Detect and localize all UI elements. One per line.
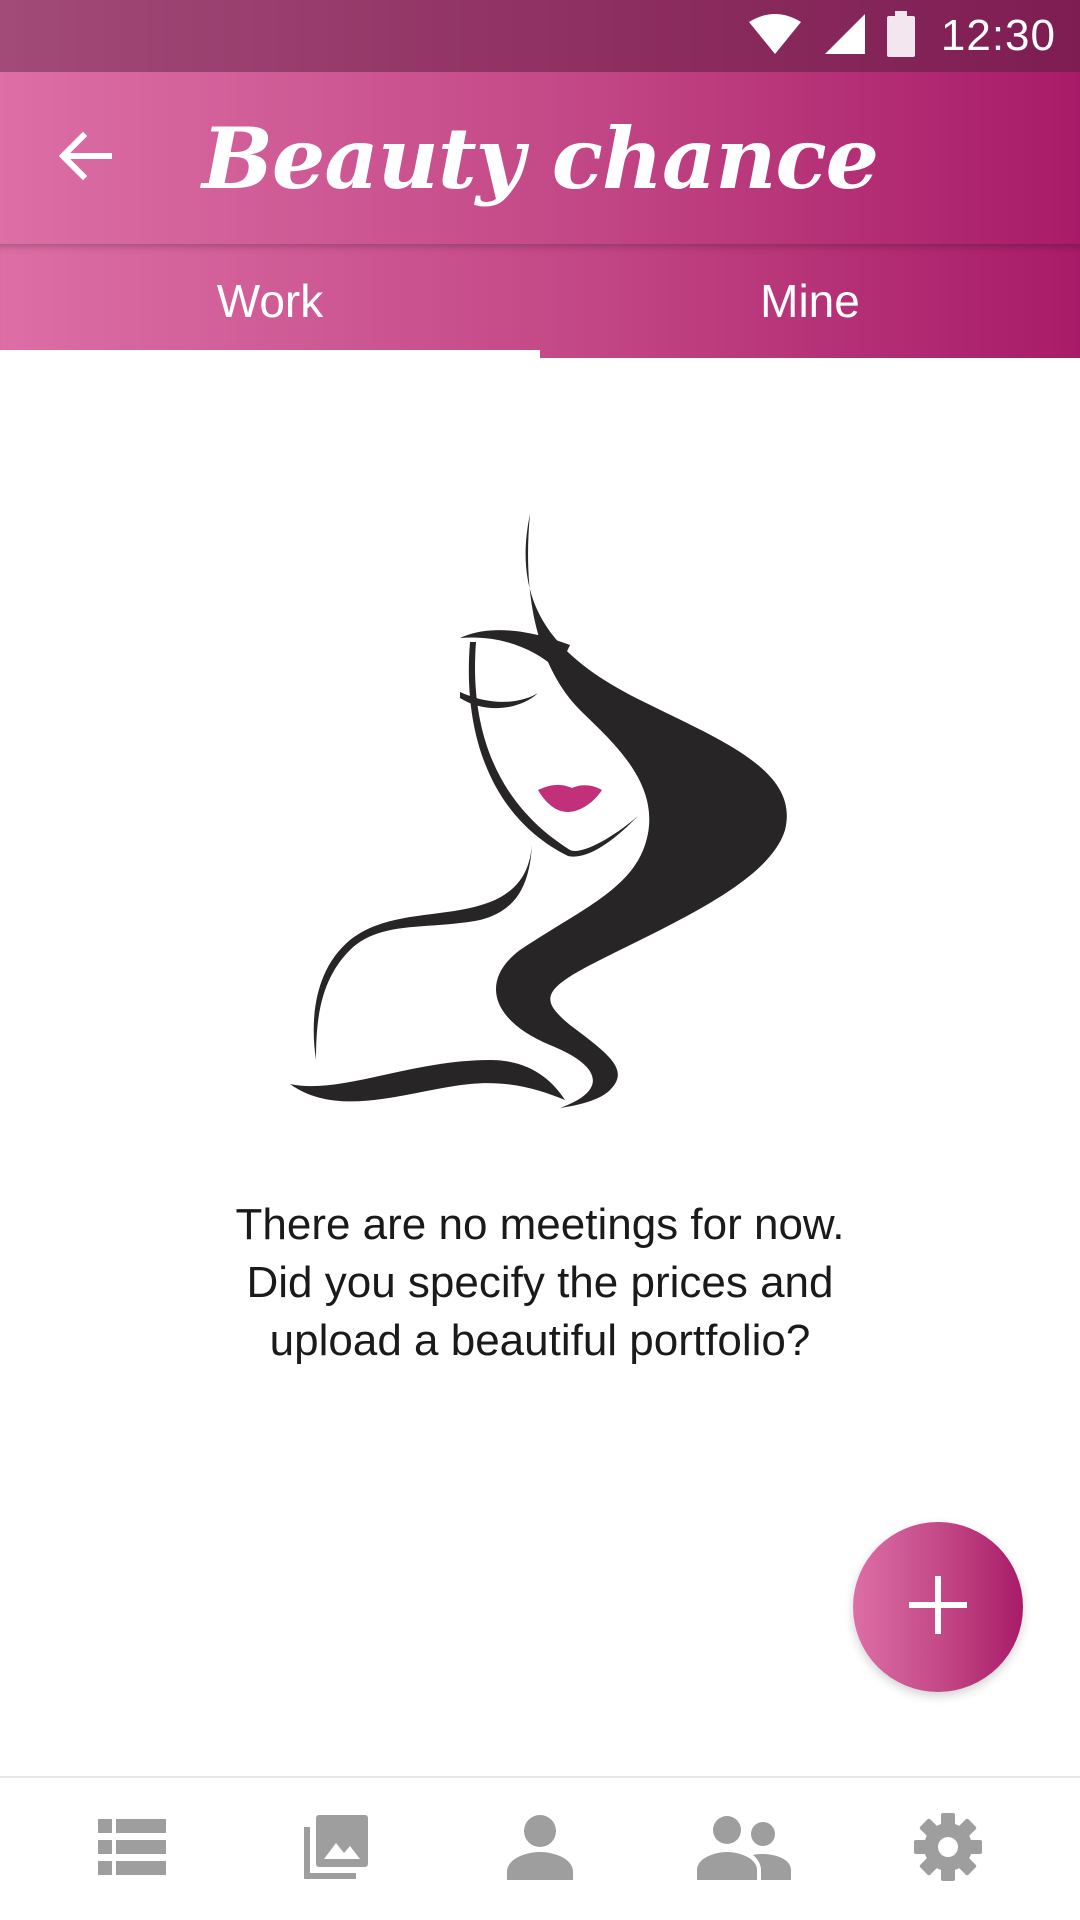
- people-icon: [697, 1814, 791, 1885]
- back-button[interactable]: [46, 118, 126, 198]
- plus-icon: [908, 1575, 968, 1640]
- settings-gear-icon: [914, 1812, 982, 1886]
- person-icon: [507, 1814, 573, 1885]
- nav-item-profile[interactable]: [470, 1794, 610, 1904]
- arrow-left-icon: [58, 131, 113, 186]
- photo-library-icon: [302, 1813, 370, 1886]
- nav-item-portfolio[interactable]: [266, 1794, 406, 1904]
- nav-item-settings[interactable]: [878, 1794, 1018, 1904]
- add-button[interactable]: [853, 1522, 1023, 1692]
- lips-shape: [538, 784, 602, 812]
- wifi-icon: [747, 12, 803, 61]
- nav-item-list[interactable]: [62, 1794, 202, 1904]
- bottom-navigation: [0, 1776, 1080, 1920]
- eyebrow-shape: [460, 630, 570, 670]
- app-title: Beauty chance: [201, 108, 879, 208]
- status-icons: 12:30: [747, 10, 1056, 62]
- chest-curve: [290, 1060, 565, 1102]
- empty-state-message: There are no meetings for now. Did you s…: [140, 1196, 940, 1370]
- face-line: [468, 642, 638, 857]
- tab-work[interactable]: Work: [0, 244, 540, 360]
- empty-message-line-2: Did you specify the prices and: [246, 1258, 834, 1307]
- hair-shape: [496, 514, 787, 1108]
- empty-message-line-1: There are no meetings for now.: [235, 1200, 845, 1249]
- cellular-signal-icon: [823, 12, 867, 61]
- tab-bar: Work Mine: [0, 244, 1080, 360]
- status-time: 12:30: [940, 11, 1056, 60]
- tab-work-label: Work: [216, 275, 324, 327]
- screen: 12:30 Beauty chance Work Mine There are …: [0, 0, 1080, 1920]
- app-bar: Beauty chance: [0, 72, 1080, 244]
- list-icon: [98, 1817, 166, 1882]
- status-bar: 12:30: [0, 0, 1080, 72]
- neck-shape: [313, 844, 532, 1060]
- tab-selected-indicator: [0, 350, 540, 360]
- tab-mine-label: Mine: [760, 275, 860, 327]
- empty-message-line-3: upload a beautiful portfolio?: [269, 1316, 811, 1365]
- battery-icon: [886, 10, 915, 62]
- woman-silhouette-illustration: [280, 500, 800, 1120]
- nav-item-clients[interactable]: [674, 1794, 814, 1904]
- tab-mine[interactable]: Mine: [540, 244, 1080, 358]
